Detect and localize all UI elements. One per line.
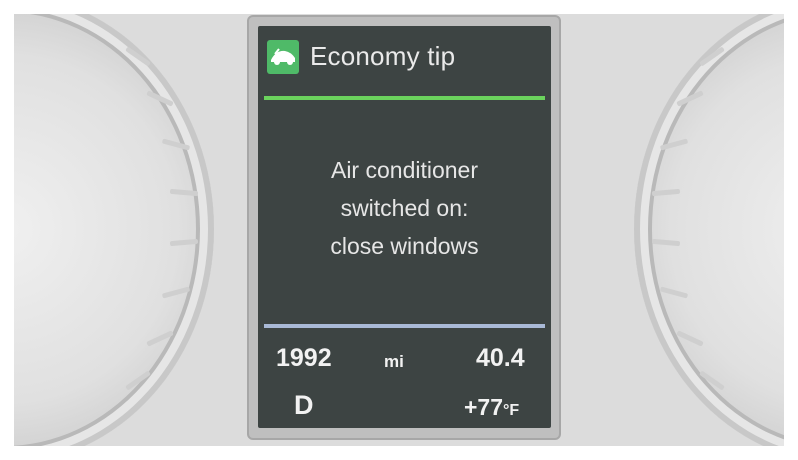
average-consumption: 40.4 bbox=[476, 344, 525, 372]
message-line: switched on: bbox=[340, 195, 469, 221]
driver-info-display: Economy tip Air conditioner switched on:… bbox=[258, 26, 551, 428]
temperature-value: +77 bbox=[464, 394, 504, 420]
distance-unit: mi bbox=[384, 352, 404, 371]
speedometer-gauge bbox=[14, 14, 214, 446]
gear-indicator: D bbox=[294, 390, 314, 420]
message-line: close windows bbox=[330, 233, 479, 259]
odometer-value: 1992 bbox=[276, 344, 332, 372]
gauge-ticks bbox=[14, 14, 214, 446]
display-header: Economy tip bbox=[258, 26, 551, 94]
tachometer-gauge bbox=[634, 14, 784, 446]
temperature-unit: °F bbox=[503, 402, 520, 419]
outside-temperature: +77°F bbox=[464, 394, 519, 421]
display-title: Economy tip bbox=[310, 41, 456, 71]
header-divider bbox=[264, 96, 545, 100]
tip-message: Air conditioner switched on: close windo… bbox=[258, 151, 551, 265]
gauge-ticks bbox=[634, 14, 784, 446]
info-divider bbox=[264, 324, 545, 328]
message-line: Air conditioner bbox=[330, 157, 479, 183]
car-icon bbox=[267, 40, 299, 74]
